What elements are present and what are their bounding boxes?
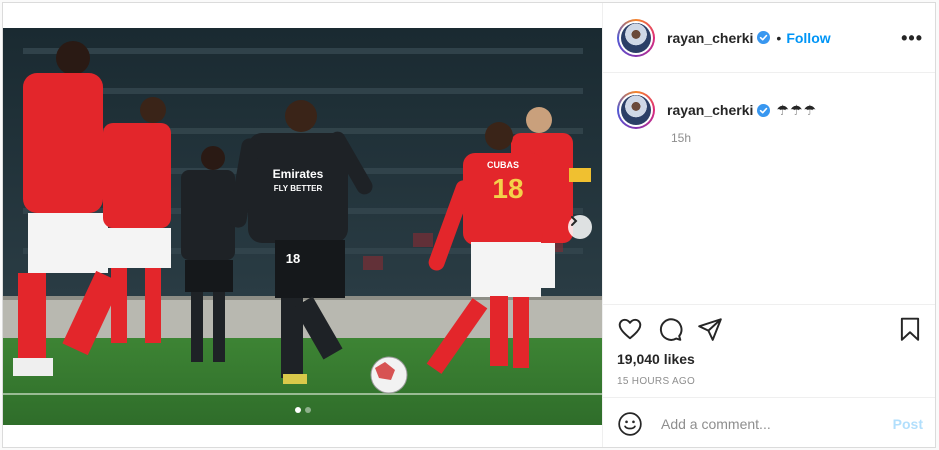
more-options-button[interactable]: ••• <box>901 29 923 47</box>
username-link[interactable]: rayan_cherki <box>667 30 753 46</box>
share-icon[interactable] <box>697 316 723 342</box>
post-header: rayan_cherki • Follow ••• <box>603 3 935 73</box>
svg-text:CUBAS: CUBAS <box>487 160 519 170</box>
caption-avatar[interactable] <box>617 91 655 129</box>
heart-icon[interactable] <box>617 316 643 342</box>
svg-text:18: 18 <box>492 173 523 204</box>
verified-icon <box>757 31 771 44</box>
caption-username[interactable]: rayan_cherki <box>667 102 753 118</box>
next-slide-button[interactable] <box>568 215 592 239</box>
svg-text:18: 18 <box>286 251 300 266</box>
post-actions: 19,040 likes 15 HOURS AGO <box>603 304 935 387</box>
svg-text:FLY BETTER: FLY BETTER <box>274 184 323 193</box>
comment-icon[interactable] <box>657 316 683 342</box>
likes-count[interactable]: 19,040 likes <box>617 351 923 367</box>
svg-text:Emirates: Emirates <box>273 167 324 181</box>
caption-time[interactable]: 15h <box>671 131 923 145</box>
emoji-icon[interactable] <box>617 411 643 437</box>
carousel-indicator <box>3 407 602 413</box>
football <box>370 356 408 394</box>
bookmark-icon[interactable] <box>897 316 923 342</box>
instagram-post: Emirates FLY BETTER 18 CUBAS 18 rayan_ch… <box>2 2 936 448</box>
follow-button[interactable]: Follow <box>786 30 830 46</box>
caption-text: ☂☂☂ <box>776 101 818 118</box>
add-comment-bar: Post <box>603 397 935 447</box>
carousel-dot-active <box>294 407 301 413</box>
post-comment-button[interactable]: Post <box>893 416 923 432</box>
photo-scene: Emirates FLY BETTER 18 CUBAS 18 <box>3 28 602 425</box>
avatar[interactable] <box>617 18 655 57</box>
verified-icon <box>757 103 771 117</box>
header-separator: • <box>776 29 782 46</box>
post-sidebar: rayan_cherki • Follow ••• rayan_cherki ☂… <box>602 3 935 447</box>
post-timestamp[interactable]: 15 HOURS AGO <box>617 376 923 387</box>
caption-row: rayan_cherki ☂☂☂ <box>617 91 923 129</box>
post-photo[interactable]: Emirates FLY BETTER 18 CUBAS 18 <box>3 28 602 425</box>
comment-input[interactable] <box>659 414 893 433</box>
action-icons <box>617 315 923 343</box>
chevron-right-icon <box>571 216 578 226</box>
comments-section: rayan_cherki ☂☂☂ 15h <box>603 73 935 303</box>
carousel-dot <box>304 407 311 413</box>
